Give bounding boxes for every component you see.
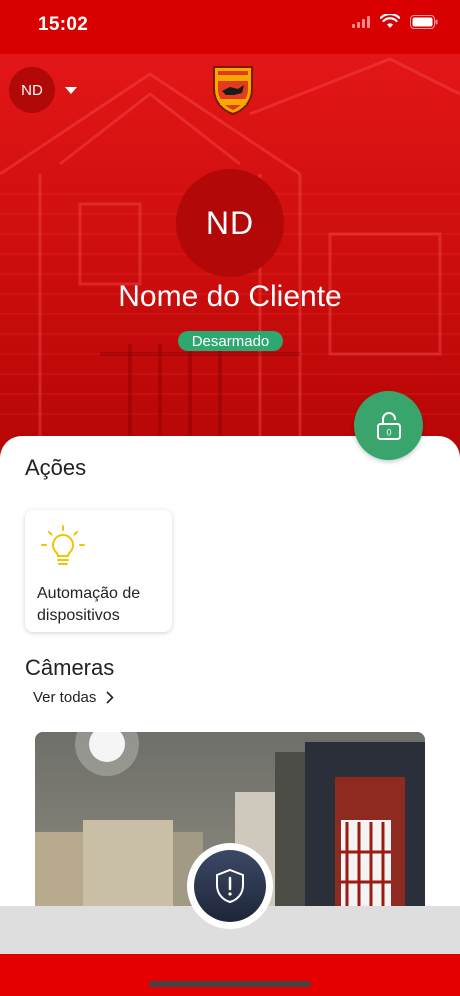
panic-button-inner xyxy=(194,850,266,922)
shield-alert-icon xyxy=(216,868,244,904)
status-bar: 15:02 xyxy=(0,0,460,54)
battery-icon xyxy=(410,14,438,29)
chevron-down-icon xyxy=(65,86,77,94)
signal-icon xyxy=(352,15,370,28)
shield-logo-icon xyxy=(213,66,253,116)
panic-button[interactable] xyxy=(187,843,273,929)
home-indicator[interactable] xyxy=(149,981,311,987)
avatar: ND xyxy=(9,67,55,113)
chevron-right-icon xyxy=(106,691,115,704)
alarmatic-logo xyxy=(212,63,254,120)
client-avatar: ND xyxy=(176,169,284,277)
status-icons xyxy=(352,14,438,29)
client-name: Nome do Cliente xyxy=(118,280,342,313)
bottom-safe-area xyxy=(0,954,460,996)
action-card-automation[interactable]: Automação de dispositivos xyxy=(25,510,172,632)
status-badge: Desarmado xyxy=(178,331,283,351)
lock-label: 0 xyxy=(386,427,391,437)
wifi-icon xyxy=(380,14,400,28)
lightbulb-icon xyxy=(41,525,85,565)
action-card-label: Automação de dispositivos xyxy=(37,585,141,624)
app-screen: ND ND Nome do Cliente Desarmado 15:02 0 … xyxy=(0,0,460,996)
cameras-title: Câmeras xyxy=(25,655,115,680)
see-all-label: Ver todas xyxy=(33,689,97,706)
status-time: 15:02 xyxy=(38,14,89,35)
actions-title: Ações xyxy=(25,455,87,480)
arm-lock-button[interactable]: 0 xyxy=(354,391,423,460)
account-switcher[interactable]: ND xyxy=(9,67,77,113)
unlocked-padlock-icon: 0 xyxy=(376,411,401,440)
see-all-cameras-link[interactable]: Ver todas xyxy=(33,689,115,706)
